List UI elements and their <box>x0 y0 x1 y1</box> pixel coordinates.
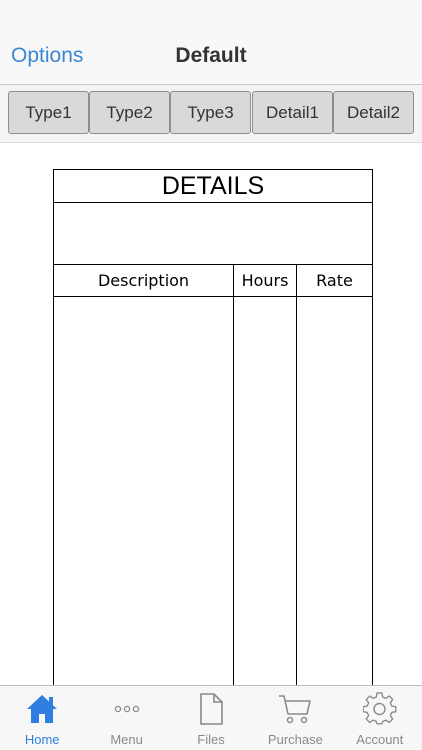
hours-column <box>234 297 297 689</box>
tab-bar: Home Menu Files Purchase Account <box>0 685 422 750</box>
tab-menu-label: Menu <box>110 732 143 747</box>
detail1-button[interactable]: Detail1 <box>252 91 333 134</box>
column-header-rate: Rate <box>297 265 372 297</box>
more-icon <box>114 705 139 713</box>
rate-column <box>297 297 372 689</box>
home-icon <box>27 695 58 723</box>
type2-button[interactable]: Type2 <box>89 91 170 134</box>
column-header-description: Description <box>54 265 234 297</box>
cart-icon <box>279 695 312 724</box>
tab-purchase-label: Purchase <box>267 732 323 747</box>
tab-purchase[interactable]: Purchase <box>253 686 337 750</box>
tab-files[interactable]: Files <box>169 686 253 750</box>
type1-button[interactable]: Type1 <box>8 91 89 134</box>
navigation-bar: Options Default <box>0 0 422 85</box>
tab-account-label: Account <box>356 732 404 747</box>
tab-home[interactable]: Home <box>0 686 84 750</box>
tab-files-label: Files <box>197 732 225 747</box>
detail2-button[interactable]: Detail2 <box>333 91 414 134</box>
file-icon <box>200 693 223 725</box>
document-header-area <box>54 203 372 265</box>
tab-home-label: Home <box>24 732 60 747</box>
document-title: DETAILS <box>54 170 372 203</box>
tab-menu[interactable]: Menu <box>84 686 168 750</box>
tab-account[interactable]: Account <box>338 686 422 750</box>
column-header-hours: Hours <box>234 265 297 297</box>
gear-icon <box>362 692 397 725</box>
options-button[interactable]: Options <box>11 44 83 68</box>
segment-bar: Type1 Type2 Type3 Detail1 Detail2 <box>0 85 422 143</box>
details-document: DETAILS Description Hours Rate <box>53 169 373 689</box>
type3-button[interactable]: Type3 <box>170 91 251 134</box>
description-column <box>54 297 234 689</box>
